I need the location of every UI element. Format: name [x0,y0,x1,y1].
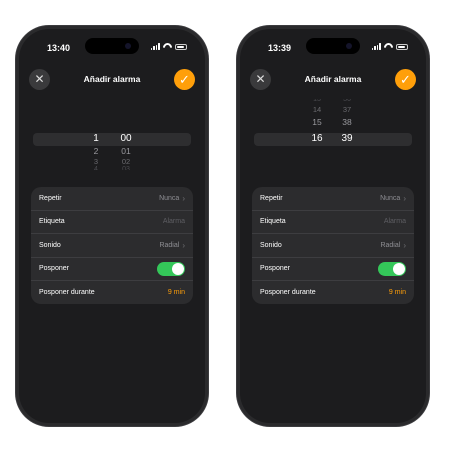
chevron-right-icon: › [403,240,406,250]
minute-value[interactable]: 00 [113,133,139,144]
dynamic-island [85,38,139,54]
chevron-right-icon: › [403,193,406,203]
snooze-row: Posponer [252,258,414,281]
row-label: Posponer durante [260,288,316,296]
row-value: Nunca [380,194,401,202]
row-label: Posponer [260,265,290,273]
minute-value[interactable]: 38 [334,117,360,127]
snooze-row: Posponer [31,258,193,281]
minute-value[interactable]: 39 [334,133,360,144]
label-input[interactable]: Alarma [384,218,406,225]
picker-row[interactable]: 4 03 [33,166,191,170]
row-label: Posponer durante [39,288,95,296]
sound-row[interactable]: Sonido Radial › [252,234,414,258]
chevron-right-icon: › [182,240,185,250]
wifi-icon [163,43,172,50]
signal-icon [371,43,381,50]
status-bar: 13:40 [19,29,205,57]
alarm-settings-list: Repetir Nunca › Etiqueta Alarma Sonido Ra… [31,187,193,304]
hour-value[interactable]: 15 [304,117,330,127]
checkmark-icon: ✓ [179,72,190,87]
chevron-right-icon: › [182,193,185,203]
row-label: Etiqueta [260,218,286,226]
picker-row[interactable]: 15 38 [254,117,412,129]
minute-value[interactable]: 03 [113,166,139,170]
sound-row[interactable]: Sonido Radial › [31,234,193,258]
phone-screen-right: 13:39 ✕ Añadir alarma ✓ 13 36 14 37 15 3… [240,29,426,423]
repeat-row[interactable]: Repetir Nunca › [252,187,414,211]
picker-row-selected[interactable]: 16 39 [254,133,412,145]
snooze-toggle[interactable] [378,261,406,276]
hour-value[interactable]: 3 [83,157,109,166]
row-value: Radial [159,241,180,249]
row-label: Repetir [260,194,283,202]
nav-bar: ✕ Añadir alarma ✓ [240,69,426,91]
status-time: 13:39 [268,43,292,53]
row-label: Sonido [260,241,282,249]
confirm-button[interactable]: ✓ [395,69,416,90]
checkmark-icon: ✓ [400,72,411,87]
label-input[interactable]: Alarma [163,218,185,225]
repeat-row[interactable]: Repetir Nunca › [31,187,193,211]
confirm-button[interactable]: ✓ [174,69,195,90]
wifi-icon [384,43,393,50]
hour-value[interactable]: 16 [304,133,330,144]
hour-value[interactable]: 13 [304,99,330,103]
row-label: Sonido [39,241,61,249]
phone-screen-left: 13:40 ✕ Añadir alarma ✓ 1 00 2 01 3 02 4… [19,29,205,423]
time-picker[interactable]: 13 36 14 37 15 38 16 39 [254,99,412,149]
minute-value[interactable]: 37 [334,105,360,114]
minute-value[interactable]: 02 [113,157,139,166]
hour-value[interactable]: 14 [304,105,330,114]
alarm-settings-list: Repetir Nunca › Etiqueta Alarma Sonido Ra… [252,187,414,304]
picker-row[interactable]: 14 37 [254,105,412,117]
row-label: Repetir [39,194,62,202]
label-row[interactable]: Etiqueta Alarma [31,211,193,234]
nav-bar: ✕ Añadir alarma ✓ [19,69,205,91]
signal-icon [150,43,160,50]
row-value: Radial [380,241,401,249]
row-label: Posponer [39,265,69,273]
picker-row[interactable]: 13 36 [254,99,412,104]
snooze-duration-row[interactable]: Posponer durante 9 min [252,281,414,304]
battery-icon [396,43,408,50]
battery-icon [175,43,187,50]
label-row[interactable]: Etiqueta Alarma [252,211,414,234]
row-value: 9 min [388,288,406,296]
status-bar: 13:39 [240,29,426,57]
dynamic-island [306,38,360,54]
hour-value[interactable]: 1 [83,133,109,144]
snooze-duration-row[interactable]: Posponer durante 9 min [31,281,193,304]
status-time: 13:40 [47,43,71,53]
minute-value[interactable]: 01 [113,146,139,156]
hour-value[interactable]: 2 [83,146,109,156]
row-label: Etiqueta [39,218,65,226]
hour-value[interactable]: 4 [83,166,109,170]
minute-value[interactable]: 36 [334,99,360,103]
row-value: 9 min [167,288,185,296]
snooze-toggle[interactable] [157,261,185,276]
row-value: Nunca [159,194,180,202]
picker-row-selected[interactable]: 1 00 [33,133,191,145]
